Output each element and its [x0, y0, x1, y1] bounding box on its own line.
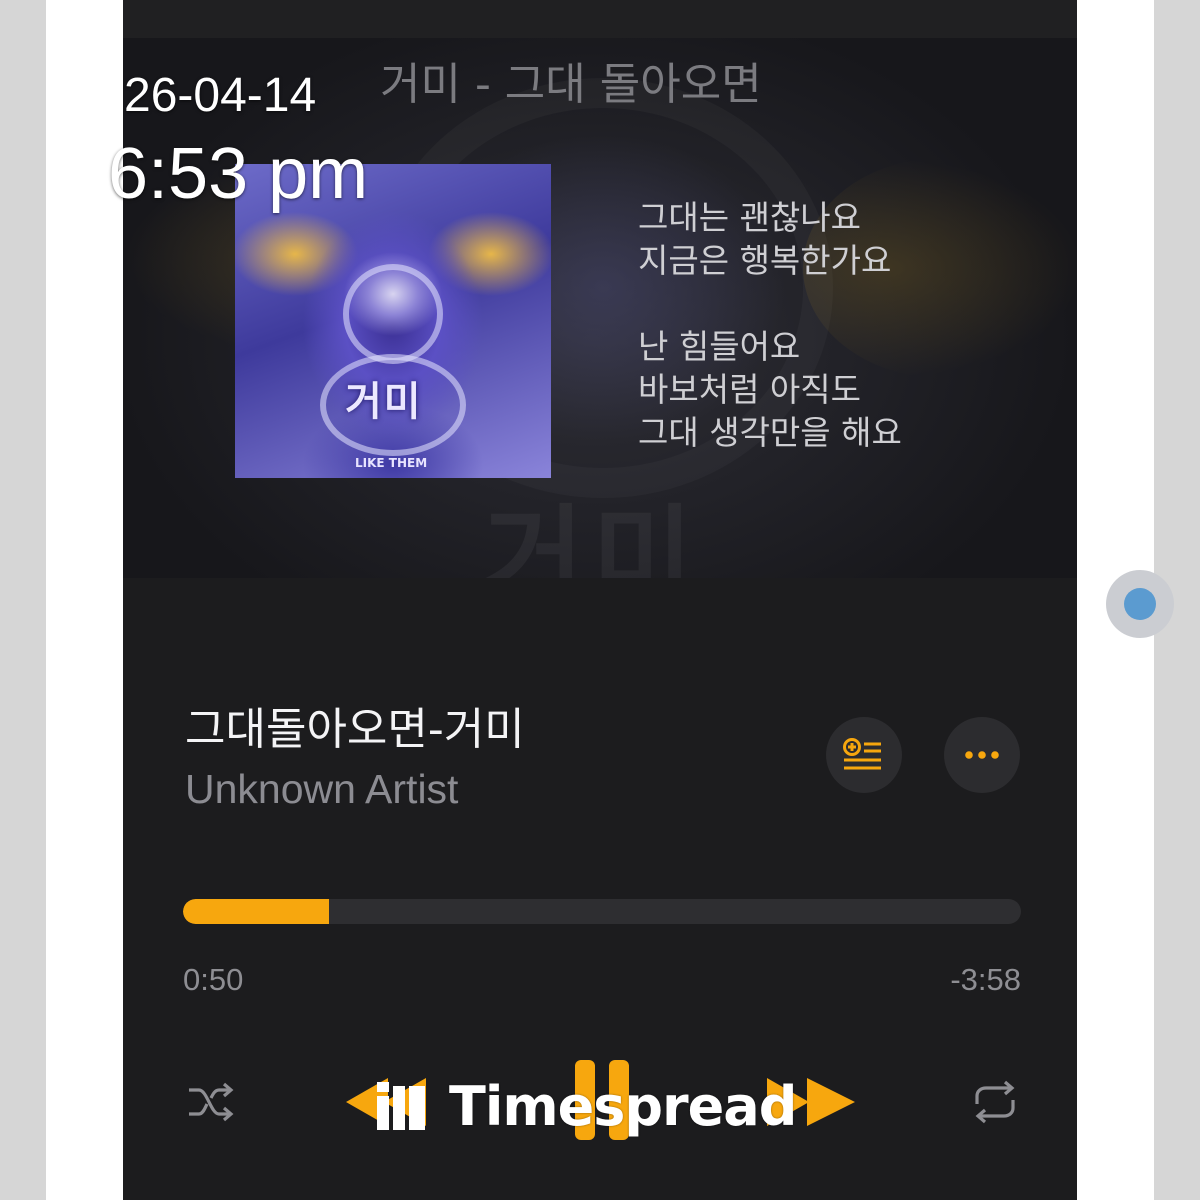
more-icon	[965, 751, 999, 759]
more-options-button[interactable]	[944, 717, 1020, 793]
repeat-button[interactable]	[969, 1078, 1021, 1130]
song-title: 그대돌아오면-거미	[185, 704, 525, 755]
lyric-line: 지금은 행복한가요	[638, 241, 892, 280]
add-to-queue-icon	[843, 738, 881, 770]
assistive-button-dot	[1124, 588, 1156, 620]
album-logo-text: 거미	[345, 378, 423, 425]
lyrics-text: 그대는 괜찮나요 지금은 행복한가요 난 힘들어요 바보처럼 아직도 그대 생각…	[638, 196, 1058, 454]
repeat-icon	[975, 1080, 1015, 1124]
lyric-line: 난 힘들어요	[638, 327, 801, 366]
lyric-line: 바보처럼 아직도	[638, 370, 862, 409]
lyric-line: 그대 생각만을 해요	[638, 413, 902, 452]
top-bar	[123, 0, 1077, 38]
lyric-line: 그대는 괜찮나요	[638, 198, 862, 237]
progress-bar-fill	[183, 899, 329, 924]
timespread-logo-icon	[377, 1082, 425, 1130]
shuffle-icon	[189, 1082, 234, 1122]
progress-bar[interactable]	[183, 899, 1021, 924]
now-playing-header-title: 거미 - 그대 돌아오면	[380, 59, 762, 110]
timespread-watermark: Timespread	[375, 1074, 797, 1138]
overlay-date: 26-04-14	[124, 69, 317, 122]
album-subtitle: LIKE THEM	[355, 456, 428, 470]
song-artist: Unknown Artist	[185, 766, 459, 812]
overlay-time: 6:53 pm	[108, 134, 369, 214]
shuffle-button[interactable]	[185, 1080, 237, 1128]
left-margin	[0, 0, 46, 1200]
remaining-time: -3:58	[950, 962, 1021, 997]
lyric-gap	[638, 282, 1058, 325]
add-to-queue-button[interactable]	[826, 717, 902, 793]
background-logo: 거미	[483, 493, 702, 578]
watermark-text: Timespread	[449, 1074, 797, 1138]
floating-assistive-button[interactable]	[1106, 570, 1174, 638]
elapsed-time: 0:50	[183, 962, 244, 997]
album-art-ring	[343, 264, 443, 364]
